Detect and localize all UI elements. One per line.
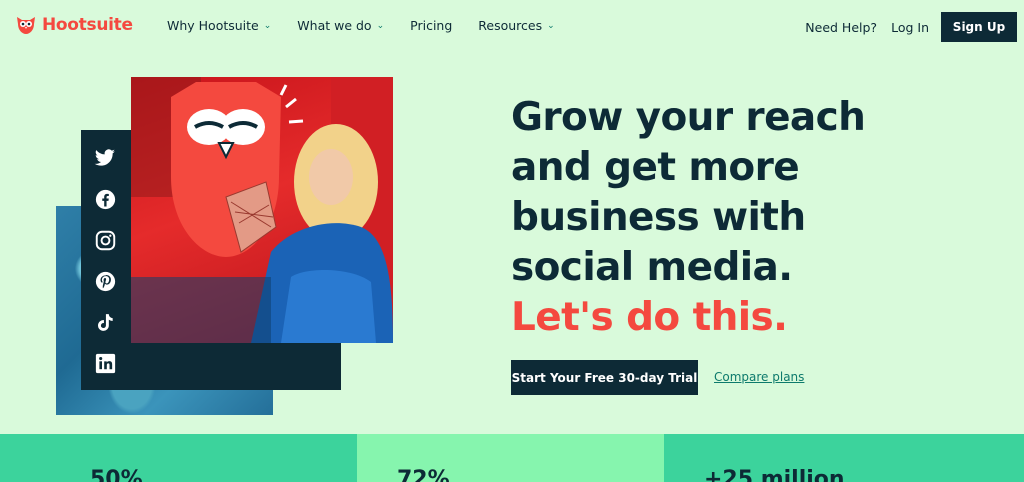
hero-photo bbox=[131, 77, 393, 343]
tiktok-icon[interactable] bbox=[93, 311, 117, 333]
nav-pricing[interactable]: Pricing bbox=[410, 18, 452, 33]
nav-what-we-do[interactable]: What we do ⌄ bbox=[297, 18, 384, 33]
social-icons-list bbox=[93, 147, 119, 374]
login-link[interactable]: Log In bbox=[891, 20, 929, 35]
chevron-down-icon: ⌄ bbox=[263, 20, 272, 31]
nav-links: Why Hootsuite ⌄ What we do ⌄ Pricing Res… bbox=[167, 18, 581, 33]
pinterest-icon[interactable] bbox=[93, 270, 117, 292]
nav-link-label: Why Hootsuite bbox=[167, 18, 259, 33]
stat-card: 50% bbox=[0, 434, 357, 482]
start-free-trial-button[interactable]: Start Your Free 30-day Trial bbox=[511, 360, 698, 395]
logo-wordmark: Hootsuite bbox=[42, 15, 133, 35]
stat-value: 72% bbox=[397, 467, 450, 482]
chevron-down-icon: ⌄ bbox=[376, 20, 385, 31]
headline-accent: Let's do this. bbox=[511, 295, 788, 340]
headline-line: Grow your reach bbox=[511, 95, 866, 140]
twitter-icon[interactable] bbox=[93, 147, 117, 169]
hero-headline: Grow your reach and get more business wi… bbox=[511, 93, 931, 343]
hero-illustration bbox=[131, 77, 393, 343]
top-navigation: Hootsuite Why Hootsuite ⌄ What we do ⌄ P… bbox=[0, 0, 1024, 54]
chevron-down-icon: ⌄ bbox=[547, 20, 555, 31]
compare-plans-link[interactable]: Compare plans bbox=[714, 370, 804, 384]
headline-line: business with bbox=[511, 195, 806, 240]
nav-why-hootsuite[interactable]: Why Hootsuite ⌄ bbox=[167, 18, 271, 33]
stat-card: +25 million bbox=[664, 434, 1024, 482]
facebook-icon[interactable] bbox=[93, 188, 117, 210]
nav-link-label: Pricing bbox=[410, 18, 453, 33]
signup-button[interactable]: Sign Up bbox=[941, 12, 1017, 42]
nav-link-label: Resources bbox=[478, 18, 543, 33]
owl-logo-icon bbox=[17, 17, 35, 34]
headline-line: and get more bbox=[511, 145, 800, 190]
nav-actions: Need Help? Log In Sign Up bbox=[805, 12, 1017, 42]
stat-value: 50% bbox=[90, 467, 143, 482]
instagram-icon[interactable] bbox=[93, 229, 117, 251]
hootsuite-logo[interactable]: Hootsuite bbox=[14, 13, 133, 37]
nav-link-label: What we do bbox=[297, 18, 372, 33]
stats-band: 50% 72% +25 million bbox=[0, 434, 1024, 482]
linkedin-icon[interactable] bbox=[93, 352, 117, 374]
nav-resources[interactable]: Resources ⌄ bbox=[478, 18, 554, 33]
need-help-link[interactable]: Need Help? bbox=[805, 20, 877, 35]
stat-card: 72% bbox=[357, 434, 664, 482]
stat-value: +25 million bbox=[704, 467, 845, 482]
headline-line: social media. bbox=[511, 245, 793, 290]
